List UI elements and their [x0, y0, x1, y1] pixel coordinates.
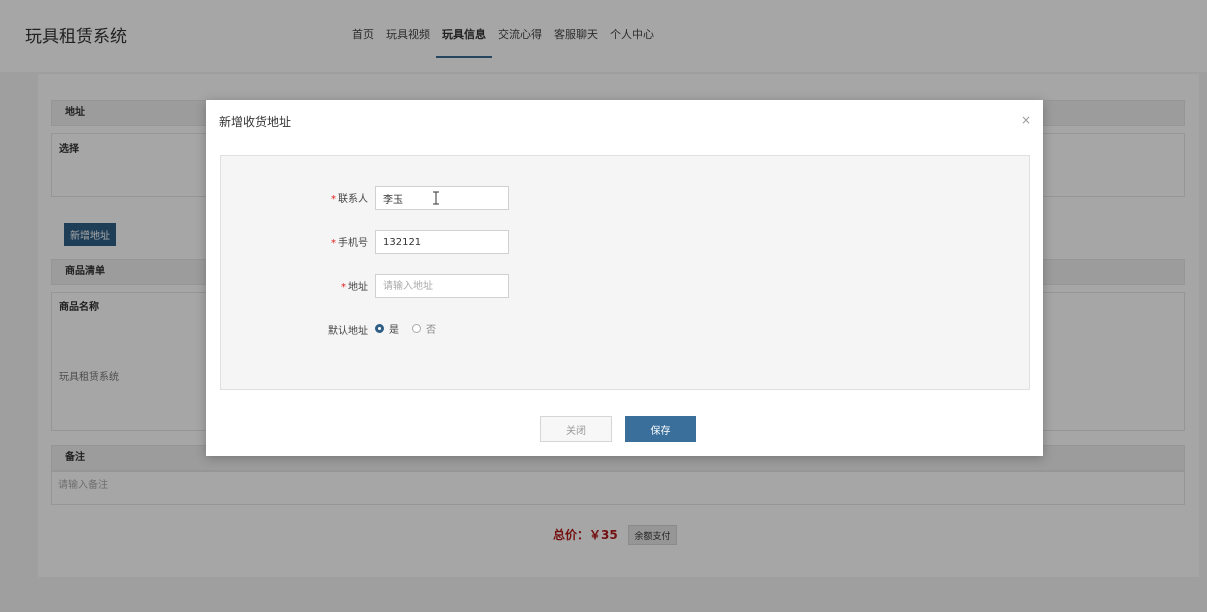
modal-close-button[interactable]: 关闭 [540, 416, 612, 442]
phone-row: * 手机号 [221, 230, 1029, 254]
required-mark: * [331, 194, 336, 205]
close-icon[interactable]: × [1021, 113, 1031, 127]
modal-save-button[interactable]: 保存 [625, 416, 696, 442]
address-row: * 地址 [221, 274, 1029, 298]
required-mark: * [331, 238, 336, 249]
radio-yes[interactable] [375, 324, 384, 333]
default-address-label: 默认地址 [328, 326, 368, 337]
add-address-modal: 新增收货地址 × *联系人 *手机号 *地址 默认地址 是 否 [206, 100, 1043, 456]
phone-label: * 手机号 [331, 234, 368, 249]
phone-input[interactable] [375, 230, 509, 254]
contact-row: * 联系人 [221, 186, 1029, 210]
address-label: * 地址 [341, 278, 368, 293]
address-input[interactable] [375, 274, 509, 298]
radio-no[interactable] [412, 324, 421, 333]
default-address-radio-group: 是 否 [375, 321, 449, 336]
contact-input[interactable] [375, 186, 509, 210]
address-form: *联系人 *手机号 *地址 默认地址 是 否 [220, 155, 1030, 390]
required-mark: * [341, 282, 346, 293]
phone-label-text: 手机号 [338, 238, 368, 249]
radio-yes-label[interactable]: 是 [389, 321, 399, 336]
radio-no-label[interactable]: 否 [426, 321, 436, 336]
contact-label-text: 联系人 [338, 194, 368, 205]
contact-label: * 联系人 [331, 190, 368, 205]
text-cursor-icon [433, 191, 439, 205]
default-address-row: 默认地址 是 否 [221, 318, 1029, 342]
address-label-text: 地址 [348, 282, 368, 293]
modal-title: 新增收货地址 [219, 115, 292, 129]
